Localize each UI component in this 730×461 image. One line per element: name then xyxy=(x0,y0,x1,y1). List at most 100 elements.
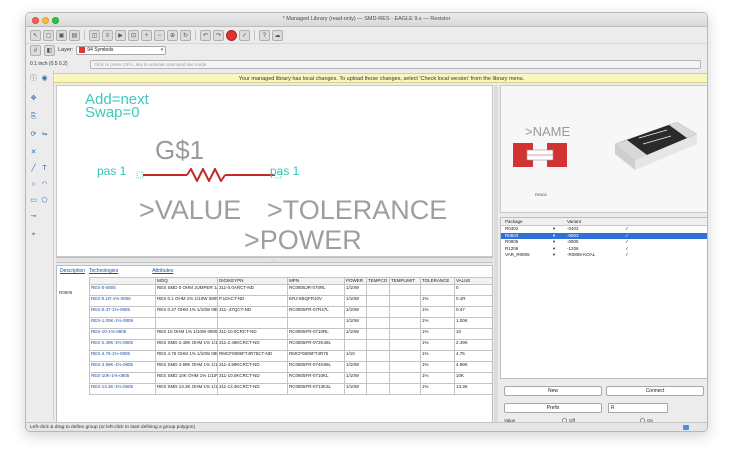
show-icon[interactable]: ◉ xyxy=(40,74,49,83)
package-side-label: R0805 xyxy=(59,290,73,295)
go-icon[interactable]: ✓ xyxy=(239,29,250,41)
table-cell: 1/10 xyxy=(344,349,367,362)
wire-icon[interactable]: ╱ xyxy=(29,164,38,173)
toolbar-separator xyxy=(195,30,196,40)
run-ulp-icon[interactable]: ▶ xyxy=(115,29,126,41)
table-cell: 1/10W xyxy=(344,283,367,296)
layer-select-value: 94 Symbols xyxy=(87,47,114,53)
help-icon[interactable]: ? xyxy=(259,29,270,41)
package-name: VAR_R0805 xyxy=(505,252,530,257)
horizontal-splitter[interactable]: ⋯ xyxy=(56,257,493,264)
table-cell: 10 xyxy=(454,327,492,340)
zoom-out-icon[interactable]: − xyxy=(154,29,165,41)
redraw-icon[interactable]: ↻ xyxy=(180,29,191,41)
tab-attributes[interactable]: Attributes xyxy=(151,268,174,276)
delete-icon[interactable]: ✕ xyxy=(29,148,38,157)
text-icon[interactable]: T xyxy=(40,164,49,173)
table-row[interactable]: RES-0.1R-1%-0805 RES 0.1 OHM 1% 1/10W 080… xyxy=(89,294,492,307)
print-icon[interactable]: ▤ xyxy=(69,29,80,41)
table-cell: RES-4.99K-1%-0805 xyxy=(89,360,156,373)
move-icon[interactable]: ✥ xyxy=(29,94,38,103)
table-cell xyxy=(366,305,390,318)
layer-label: Layer: xyxy=(58,47,74,53)
pin-icon[interactable]: ⊸ xyxy=(29,212,38,221)
prefix-field[interactable]: R xyxy=(608,403,668,413)
eagle-window: * Managed Library (read-only) — SMD-RES … xyxy=(25,12,708,432)
layer-settings-icon[interactable]: ◧ xyxy=(44,44,55,56)
pin-left-marker xyxy=(136,171,144,179)
tab-description[interactable]: Description xyxy=(59,268,86,276)
table-cell: 1/10W xyxy=(344,294,367,307)
redo-icon[interactable]: ↷ xyxy=(213,29,224,41)
table-cell: RES-10-1%-0805 xyxy=(89,327,156,340)
undo-icon[interactable]: ↶ xyxy=(200,29,211,41)
layer-select[interactable]: 94 Symbols ▾ xyxy=(76,45,167,55)
table-cell: RES-13.3K-1%-0805 xyxy=(89,382,156,395)
col-header-tempco: TEMPCO xyxy=(366,277,390,285)
cam-icon[interactable]: ◫ xyxy=(89,29,100,41)
rectangle-icon[interactable]: ▭ xyxy=(29,196,38,205)
open-icon[interactable]: ▢ xyxy=(43,29,54,41)
package-row[interactable]: VAR_R0805 ▾ -R0805-KOAL ✓ xyxy=(501,252,707,259)
save-icon[interactable]: ▣ xyxy=(56,29,67,41)
polygon-icon[interactable]: ⬠ xyxy=(40,196,49,205)
fusion-sync-icon[interactable]: ☁ xyxy=(272,29,283,41)
table-row[interactable]: RES-13.3K-1%-0805 RES SMD 13.3K OHM 1% 1/… xyxy=(89,382,492,395)
table-cell: RES-2.49K-1%-0805 xyxy=(89,338,156,351)
table-row[interactable]: RES-2.49K-1%-0805 RES SMD 2.49K OHM 1% 1/… xyxy=(89,338,492,351)
info-icon[interactable]: ⓘ xyxy=(29,74,38,83)
mirror-icon[interactable]: ⇋ xyxy=(40,130,49,139)
copy-icon[interactable]: ⎘ xyxy=(29,112,38,121)
arc-icon[interactable]: ◠ xyxy=(40,180,49,189)
table-cell: RES SMD 0 OHM JUMPER 1/10W 0805 xyxy=(155,283,218,296)
table-cell xyxy=(366,360,390,373)
rotate-icon[interactable]: ⟳ xyxy=(29,130,38,139)
table-cell xyxy=(366,283,390,296)
vertical-splitter[interactable] xyxy=(494,85,498,425)
table-row[interactable]: RES-0.47-1%-0805 RES 0.47 OHM 1% 1/10W 08… xyxy=(89,305,492,318)
zoom-fit-icon[interactable]: ⊡ xyxy=(128,29,139,41)
connect-button[interactable]: Connect xyxy=(606,386,704,396)
table-cell: 1% xyxy=(420,382,455,395)
table-cell xyxy=(389,327,421,340)
command-line-input[interactable]: Click or press Ctrl+L key to activate co… xyxy=(90,59,701,69)
table-cell: 0.47 xyxy=(454,305,492,318)
new-button[interactable]: New xyxy=(504,386,602,396)
table-row[interactable]: RES-4.99K-1%-0805 RES SMD 4.99K OHM 1% 1/… xyxy=(89,360,492,373)
table-cell xyxy=(366,349,390,362)
table-cell: RES-4.75-1%-0805 xyxy=(89,349,156,362)
package-flag-icon: ▾ xyxy=(552,252,556,257)
preview-name-text: >NAME xyxy=(525,124,571,139)
table-row[interactable]: RES-4.75-1%-0805 RES 4.75 OHM 1% 1/10W 08… xyxy=(89,349,492,362)
pointer-icon[interactable]: ↖ xyxy=(30,29,41,41)
table-row[interactable]: RES-10-1%-0805 RES 10 OHM 1% 1/10W 0805 31… xyxy=(89,327,492,340)
zoom-in-icon[interactable]: + xyxy=(141,29,152,41)
attribute-icon[interactable]: ⌖ xyxy=(29,230,38,239)
main-toolbar: ↖ ▢ ▣ ▤ ◫ ≡ ▶ ⊡ + − ⊕ ↻ ↶ ↷ ✓ ? ☁ xyxy=(26,28,707,42)
table-cell xyxy=(389,382,421,395)
symbol-editor-canvas[interactable]: Add=next Swap=0 G$1 pas 1 pas 1 >VALUE >… xyxy=(56,85,493,257)
script-icon[interactable]: ≡ xyxy=(102,29,113,41)
table-cell xyxy=(389,316,421,329)
table-cell xyxy=(420,283,455,296)
grid-icon[interactable]: # xyxy=(30,44,41,56)
table-row[interactable]: RES-10K-1%-0805RES SMD 10K OHM 1% 1/10W … xyxy=(89,371,492,384)
prefix-button[interactable]: Prefix xyxy=(504,403,602,413)
table-cell: RES SMD 13.3K OHM 1% 1/10W 0805 xyxy=(155,382,218,395)
title-bar: * Managed Library (read-only) — SMD-RES … xyxy=(26,13,707,27)
toolbar-separator xyxy=(254,30,255,40)
stop-icon[interactable] xyxy=(226,29,237,41)
table-cell: RES 10 OHM 1% 1/10W 0805 xyxy=(155,327,218,340)
table-cell: RES-0.1R-1%-0805 xyxy=(89,294,156,307)
table-cell: RES SMD 2.49K OHM 1% 1/10W 0805 xyxy=(155,338,218,351)
table-row[interactable]: RES-1.00K-1%-0805 1/10W 1% 1.00K xyxy=(89,316,492,329)
circle-icon[interactable]: ○ xyxy=(29,180,38,189)
table-row[interactable]: RES-0-0805RES SMD 0 OHM JUMPER 1/10W 080… xyxy=(89,283,492,296)
header-check xyxy=(617,218,637,225)
zoom-select-icon[interactable]: ⊕ xyxy=(167,29,178,41)
tab-technologies[interactable]: Technologies xyxy=(88,268,119,276)
3d-model-preview xyxy=(615,122,697,170)
table-cell xyxy=(366,327,390,340)
table-cell xyxy=(366,338,390,351)
table-cell: 1% xyxy=(420,360,455,373)
